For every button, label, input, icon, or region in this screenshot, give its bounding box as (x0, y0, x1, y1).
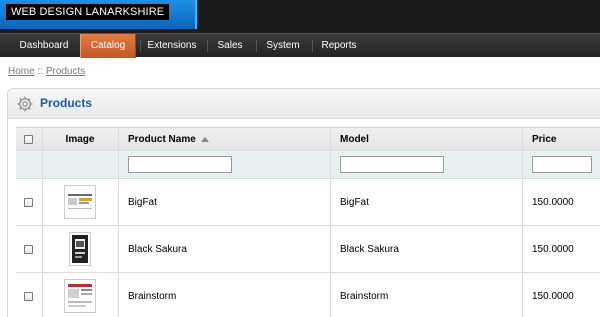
column-header-product-name[interactable]: Product Name (128, 128, 328, 150)
menu-item-system[interactable]: System (257, 34, 309, 58)
logo[interactable]: WEB DESIGN LANARKSHIRE (0, 0, 197, 29)
products-panel: Products Image Product Name Model Price (7, 88, 600, 317)
column-divider (330, 128, 331, 150)
product-thumbnail[interactable] (64, 185, 96, 219)
product-model: Black Sakura (340, 243, 399, 255)
gear-icon (17, 96, 33, 112)
product-name: Black Sakura (128, 243, 187, 255)
product-thumbnail-image (68, 284, 92, 307)
column-divider (330, 151, 331, 178)
menu-item-extensions[interactable]: Extensions (141, 34, 203, 58)
breadcrumb-products[interactable]: Products (46, 66, 85, 77)
product-image-cell (42, 179, 118, 225)
row-select-cell (24, 179, 38, 225)
panel-title: Products (40, 96, 93, 110)
column-divider (118, 151, 119, 178)
select-all-checkbox[interactable] (24, 134, 33, 144)
header: WEB DESIGN LANARKSHIRE (0, 0, 600, 33)
main-menu: Dashboard Catalog Extensions Sales Syste… (0, 33, 600, 58)
menu-item-dashboard[interactable]: Dashboard (12, 34, 76, 58)
product-image-cell (42, 226, 118, 272)
filter-product-name-input[interactable] (128, 156, 232, 173)
column-header-model[interactable]: Model (340, 128, 520, 150)
column-divider (330, 179, 331, 225)
row-checkbox[interactable] (24, 291, 33, 301)
breadcrumb-separator: :: (37, 66, 44, 77)
product-thumbnail-image (72, 235, 88, 263)
breadcrumb-home[interactable]: Home (8, 66, 35, 77)
breadcrumb: Home :: Products (8, 66, 85, 77)
column-divider (522, 179, 523, 225)
column-header-price[interactable]: Price (532, 128, 600, 150)
column-divider (118, 128, 119, 150)
product-image-cell (42, 273, 118, 317)
product-thumbnail[interactable] (69, 232, 91, 266)
product-model: BigFat (340, 196, 369, 208)
filter-price-input[interactable] (532, 156, 592, 173)
select-all-cell (24, 128, 38, 150)
column-divider (522, 128, 523, 150)
product-thumbnail[interactable] (64, 279, 96, 313)
column-divider (118, 226, 119, 272)
row-checkbox[interactable] (24, 244, 33, 254)
panel-header: Products (8, 89, 600, 119)
column-divider (42, 151, 43, 178)
product-price: 150.0000 (532, 243, 574, 255)
filter-model-input[interactable] (340, 156, 444, 173)
table-row[interactable]: Brainstorm Brainstorm 150.0000 (16, 273, 600, 317)
column-divider (522, 226, 523, 272)
column-divider (330, 226, 331, 272)
menu-item-sales[interactable]: Sales (208, 34, 252, 58)
menu-item-reports[interactable]: Reports (313, 34, 365, 58)
table-header-row: Image Product Name Model Price (16, 127, 600, 151)
sort-ascending-icon (200, 136, 209, 142)
column-divider (330, 273, 331, 317)
table-row[interactable]: BigFat BigFat 150.0000 (16, 179, 600, 226)
menu-item-catalog[interactable]: Catalog (80, 34, 136, 58)
filter-row (16, 151, 600, 179)
column-divider (118, 179, 119, 225)
product-price: 150.0000 (532, 196, 574, 208)
brand-name: WEB DESIGN LANARKSHIRE (6, 4, 170, 20)
product-name: BigFat (128, 196, 157, 208)
table-row[interactable]: Black Sakura Black Sakura 150.0000 (16, 226, 600, 273)
product-thumbnail-image (68, 194, 92, 209)
row-select-cell (24, 273, 38, 317)
column-divider (522, 151, 523, 178)
product-model: Brainstorm (340, 290, 389, 302)
column-divider (522, 273, 523, 317)
column-divider (118, 273, 119, 317)
column-header-product-name-label: Product Name (128, 133, 196, 145)
row-select-cell (24, 226, 38, 272)
row-checkbox[interactable] (24, 197, 33, 207)
product-price: 150.0000 (532, 290, 574, 302)
column-header-image: Image (65, 133, 95, 145)
product-name: Brainstorm (128, 290, 177, 302)
